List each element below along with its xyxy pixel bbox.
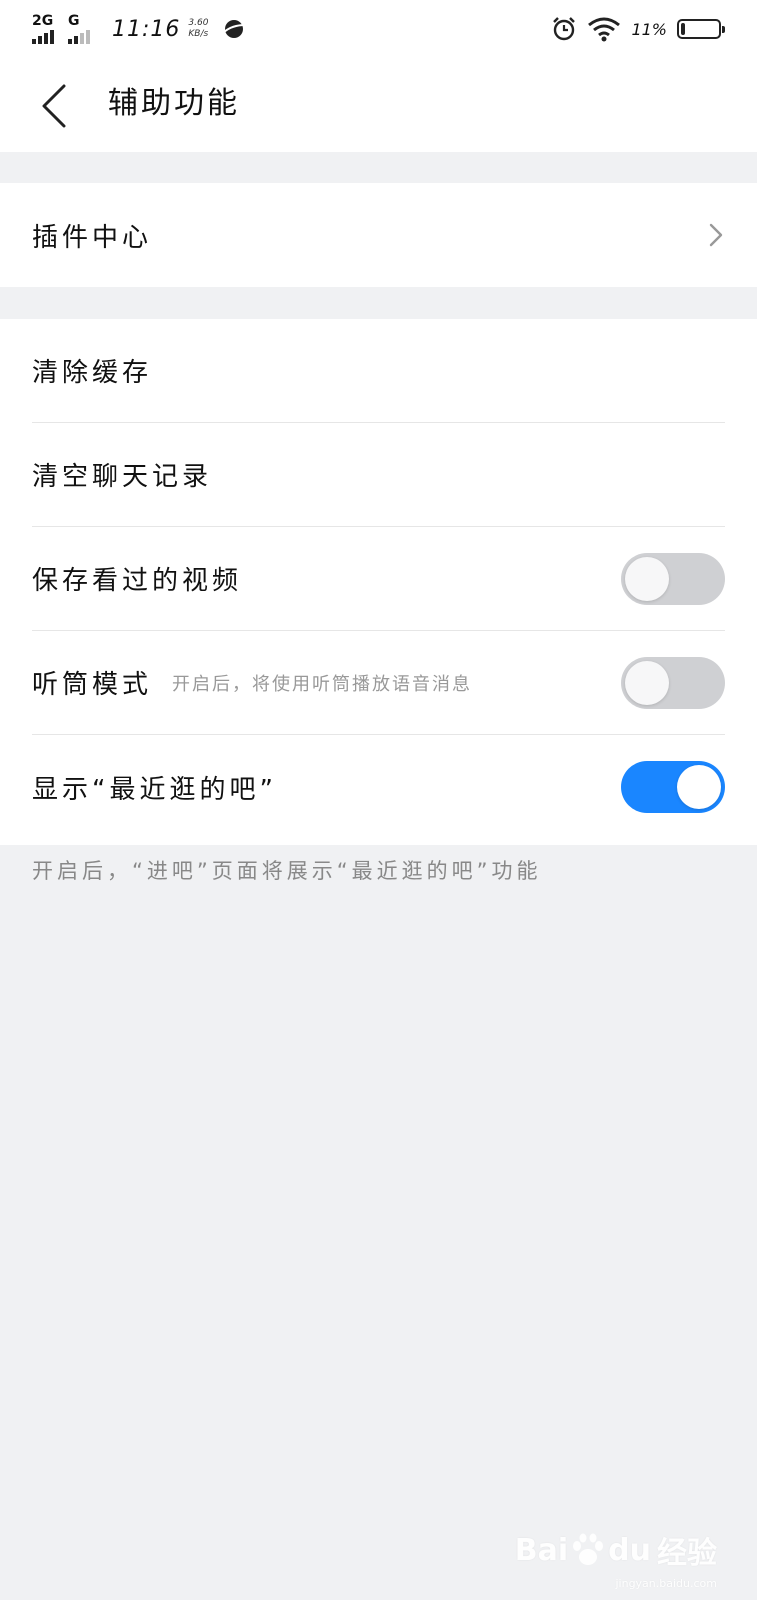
plugin-section: 插件中心 (0, 183, 757, 287)
earpiece-mode-hint: 开启后，将使用听筒播放语音消息 (172, 673, 473, 695)
status-right: 11% (551, 14, 725, 44)
show-recent-bars-label: 显示“最近逛的吧” (32, 774, 277, 805)
save-watched-videos-label: 保存看过的视频 (32, 566, 243, 596)
show-recent-bars-row: 显示“最近逛的吧” (32, 735, 725, 839)
network-speed: 3.60 KB/s (188, 18, 208, 40)
plugin-center-row[interactable]: 插件中心 (32, 183, 725, 287)
app-header: 辅助功能 (0, 58, 757, 152)
wifi-icon (588, 17, 621, 42)
chevron-left-icon (42, 84, 66, 128)
clear-chat-history-label: 清空聊天记录 (32, 462, 213, 492)
status-left: 2G G 11:16 3.60 KB/s (32, 12, 246, 46)
signal-2g-icon: 2G (32, 14, 62, 44)
signal-g-icon: G (68, 14, 98, 44)
show-recent-bars-toggle[interactable] (621, 761, 725, 813)
recent-bars-footnote: 开启后，“进吧”页面将展示“最近逛的吧”功能 (32, 859, 542, 883)
earpiece-mode-toggle[interactable] (621, 657, 725, 709)
battery-percent: 11% (631, 19, 667, 39)
toggle-knob (677, 765, 721, 809)
settings-page: 2G G 11:16 3.60 KB/s 11% 辅助功能 插件中心 清除缓存 … (0, 0, 757, 1600)
battery-icon (677, 19, 725, 39)
network-label-1: 2G (32, 13, 54, 29)
browser-planet-icon (223, 20, 246, 38)
page-title: 辅助功能 (108, 86, 240, 121)
status-time: 11:16 (112, 16, 181, 42)
save-watched-videos-row: 保存看过的视频 (32, 527, 725, 631)
toggle-knob (625, 661, 669, 705)
storage-settings-section: 清除缓存 清空聊天记录 保存看过的视频 听筒模式 开启后，将使用听筒播放语音消息… (0, 319, 757, 845)
earpiece-mode-label: 听筒模式 (32, 670, 153, 700)
back-button[interactable] (32, 80, 80, 132)
watermark-url: jingyan.baidu.com (615, 1577, 717, 1590)
chevron-right-icon (709, 223, 723, 247)
status-bar: 2G G 11:16 3.60 KB/s 11% (0, 0, 757, 58)
plugin-center-label: 插件中心 (32, 222, 153, 253)
battery-fill (681, 23, 685, 35)
watermark-text-right: du (608, 1532, 651, 1568)
watermark-text-left: Bai (514, 1532, 569, 1568)
network-speed-value: 3.60 (188, 18, 209, 28)
baidu-jingyan-watermark: Bai du 经验 jingyan.baidu.com (514, 1528, 717, 1591)
earpiece-mode-row: 听筒模式 开启后，将使用听筒播放语音消息 (32, 631, 725, 735)
clear-cache-label: 清除缓存 (32, 358, 153, 388)
save-watched-videos-toggle[interactable] (621, 553, 725, 605)
clear-cache-row[interactable]: 清除缓存 (32, 319, 725, 423)
alarm-icon (553, 17, 576, 41)
network-label-2: G (68, 13, 80, 29)
network-speed-unit: KB/s (188, 29, 209, 39)
clear-chat-history-row[interactable]: 清空聊天记录 (32, 423, 725, 527)
baidu-paw-icon (573, 1533, 604, 1565)
toggle-knob (625, 557, 669, 601)
watermark-text-cn: 经验 (657, 1536, 717, 1571)
